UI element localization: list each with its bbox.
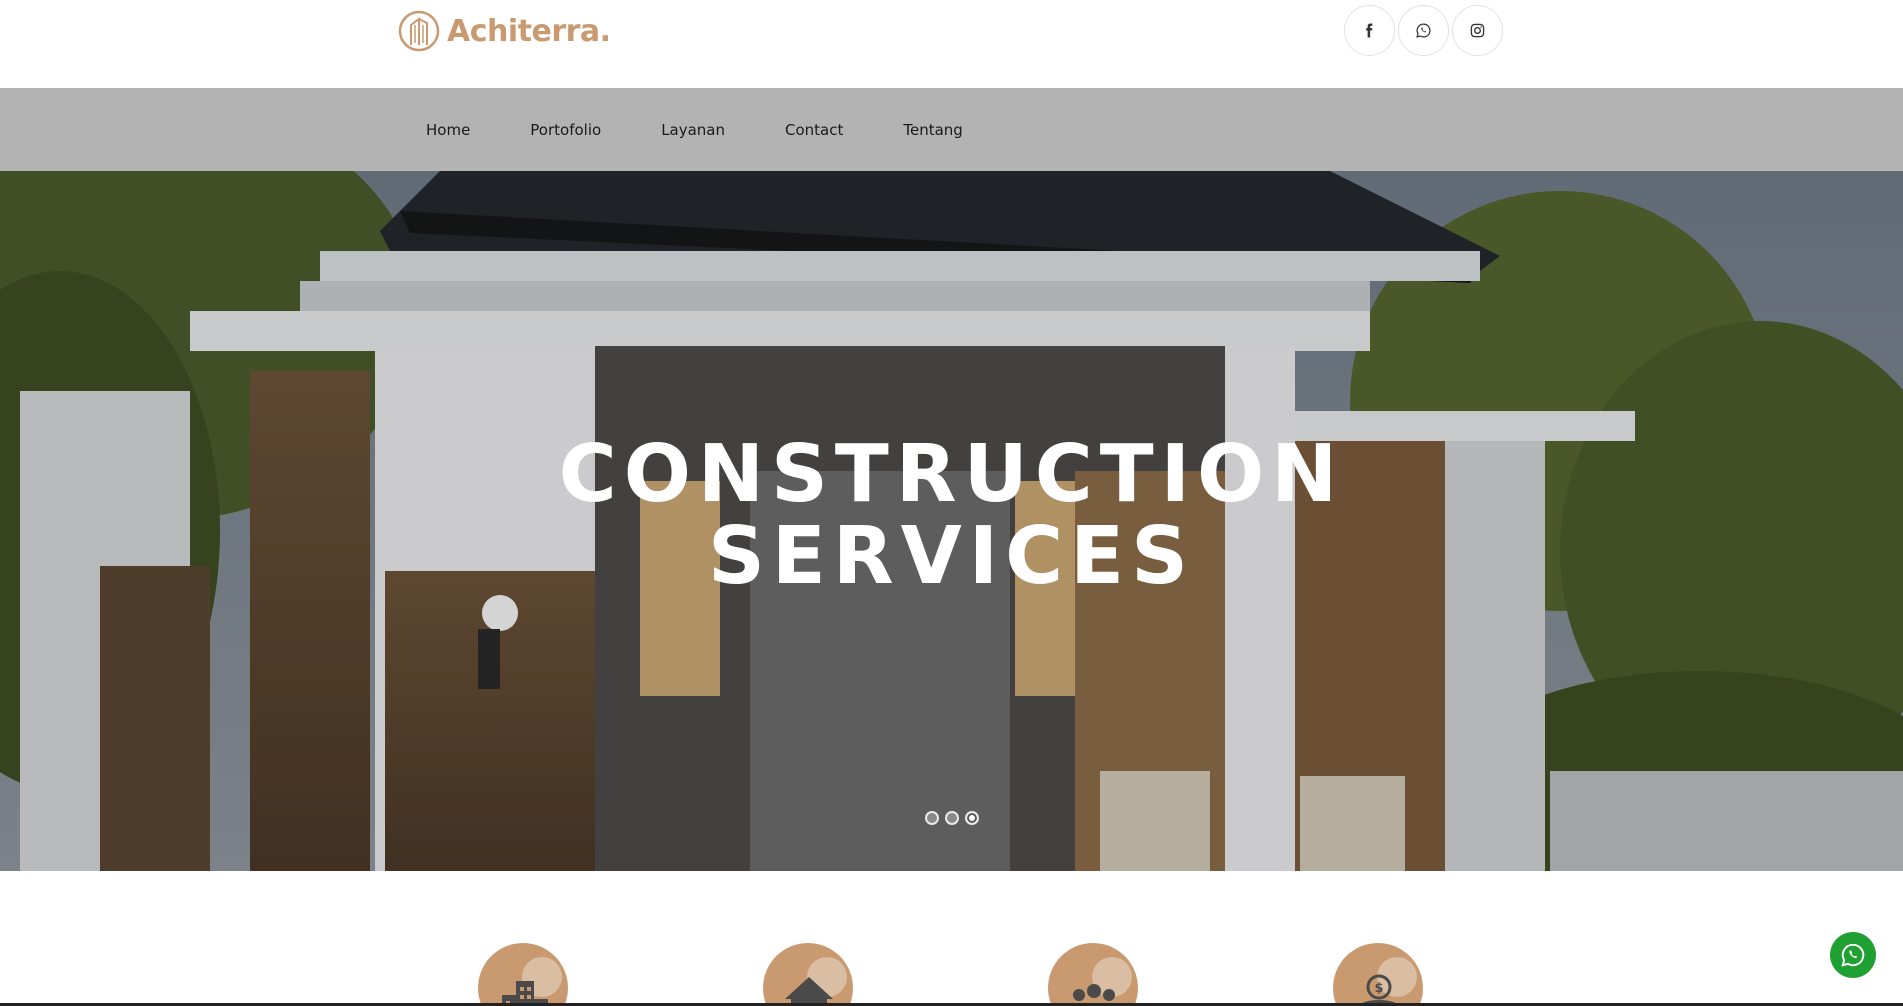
nav-item-home[interactable]: Home — [426, 121, 470, 139]
slider-dot-2[interactable] — [945, 811, 959, 825]
main-nav: Home Portofolio Layanan Contact Tentang — [426, 88, 1023, 171]
nav-item-contact[interactable]: Contact — [785, 121, 843, 139]
people-group-icon — [1073, 984, 1115, 1001]
hero-title-line-1: CONSTRUCTION — [558, 428, 1345, 520]
hero-title-line-2: SERVICES — [707, 510, 1196, 602]
slider-dot-1[interactable] — [925, 811, 939, 825]
facebook-icon — [1366, 23, 1373, 38]
brand-name: Achiterra. — [447, 13, 611, 49]
city-buildings-icon — [502, 981, 548, 1006]
slider-pagination — [925, 811, 979, 825]
coins-dollar-icon: $ — [1361, 974, 1397, 1006]
nav-item-portofolio[interactable]: Portofolio — [530, 121, 601, 139]
building-circle-logo-icon — [398, 10, 440, 52]
feature-house — [763, 943, 853, 1006]
main-navigation-bar: Home Portofolio Layanan Contact Tentang — [0, 88, 1903, 171]
feature-coins-dollar: $ — [1333, 943, 1423, 1006]
brand-logo[interactable]: Achiterra. — [397, 9, 611, 53]
house-icon — [785, 977, 833, 1006]
social-links — [1344, 5, 1503, 56]
slider-dot-3[interactable] — [965, 811, 979, 825]
top-header: Achiterra. — [0, 0, 1903, 88]
facebook-link[interactable] — [1344, 5, 1395, 56]
floating-whatsapp-button[interactable] — [1830, 932, 1876, 978]
whatsapp-link[interactable] — [1398, 5, 1449, 56]
feature-city-buildings — [478, 943, 568, 1006]
instagram-link[interactable] — [1452, 5, 1503, 56]
instagram-icon — [1470, 23, 1485, 38]
whatsapp-icon — [1416, 23, 1431, 38]
svg-text:$: $ — [1374, 981, 1383, 996]
nav-item-tentang[interactable]: Tentang — [903, 121, 962, 139]
features-section: $ — [0, 871, 1903, 1006]
feature-people-group — [1048, 943, 1138, 1006]
nav-item-layanan[interactable]: Layanan — [661, 121, 725, 139]
whatsapp-icon — [1841, 943, 1865, 967]
hero-slider: CONSTRUCTION SERVICES — [0, 171, 1903, 871]
